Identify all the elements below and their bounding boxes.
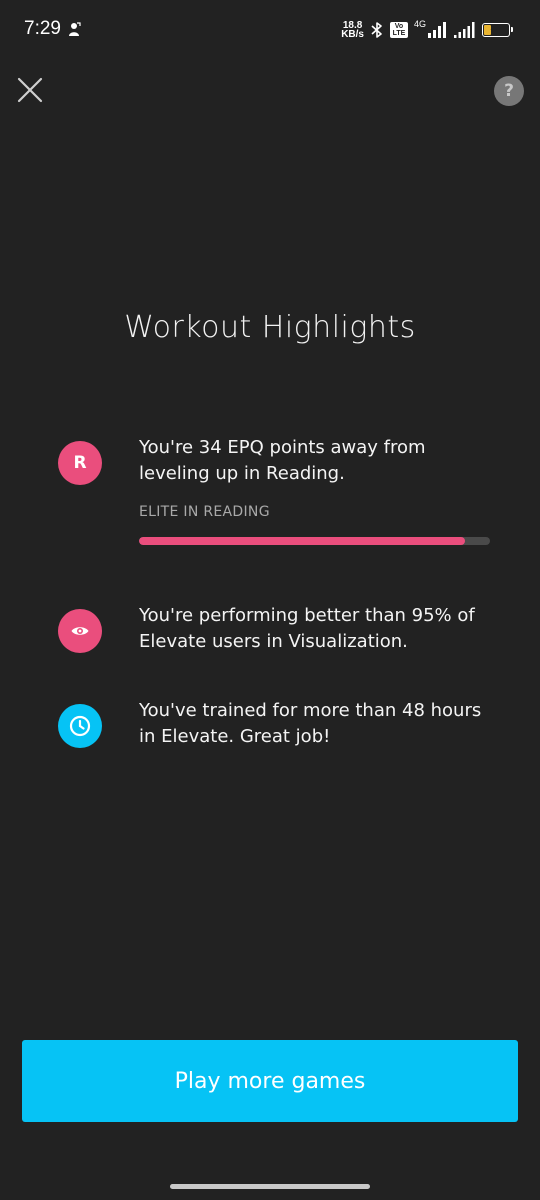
level-label: ELITE IN READING [139,504,270,520]
network-speed: 18.8 KB/s [341,20,364,40]
status-indicators: 18.8 KB/s Vo LTE 4G 33 [341,18,513,42]
status-time: 7:29 [24,18,61,39]
close-icon [17,77,43,103]
volte-badge: Vo LTE [389,22,408,38]
battery-icon: 33 [482,23,513,37]
highlight-text: You've trained for more than 48 hours in… [139,700,482,747]
notification-icon [69,22,81,36]
signal-icon [428,22,446,38]
network-type: 4G [413,19,426,29]
battery-level: 33 [490,23,502,34]
level-progress-bar [139,537,490,545]
eye-icon [58,609,102,653]
highlight-training-time: You've trained for more than 48 hours in… [58,700,490,764]
home-indicator[interactable] [170,1184,370,1189]
page-title: Workout Highlights [124,310,416,345]
reading-icon: R [58,441,102,485]
highlight-text: You're performing better than 95% of Ele… [139,605,475,652]
close-button[interactable] [14,74,46,106]
highlight-reading: R You're 34 EPQ points away from levelin… [58,437,490,551]
status-bar: 7:29 18.8 KB/s Vo LTE 4G 33 [0,0,540,60]
highlight-text: You're 34 EPQ points away from leveling … [139,437,426,484]
clock-icon [58,704,102,748]
highlight-visualization: You're performing better than 95% of Ele… [58,605,490,669]
level-progress-fill [139,537,466,545]
bluetooth-icon [371,22,382,38]
signal-icon-2 [454,22,475,38]
help-button[interactable]: ? [494,76,524,106]
play-more-games-button[interactable]: Play more games [22,1040,518,1122]
